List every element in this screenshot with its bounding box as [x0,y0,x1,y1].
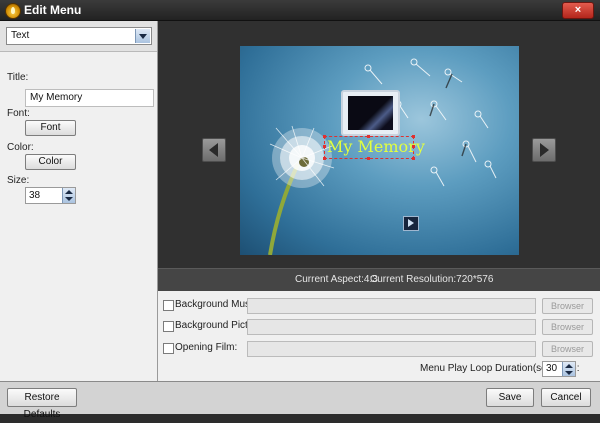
arrow-down-icon[interactable] [65,197,73,201]
arrow-up-icon[interactable] [565,364,573,368]
properties-panel: Text Title: My Memory Font: Font Color: … [0,21,158,381]
arrow-right-icon[interactable] [532,138,556,162]
resize-handle[interactable] [323,135,326,138]
background-picture-checkbox[interactable] [163,321,174,332]
play-icon[interactable] [403,216,419,231]
close-button[interactable]: × [562,2,594,19]
resize-handle[interactable] [412,157,415,160]
arrow-down-icon[interactable] [565,371,573,375]
opening-film-checkbox[interactable] [163,343,174,354]
background-music-browse-button[interactable]: Browser [542,298,593,314]
title-bar: Edit Menu × [0,0,600,21]
resize-handle[interactable] [412,135,415,138]
opening-film-label: Opening Film: [175,342,238,353]
restore-defaults-button[interactable]: Restore Defaults [7,388,77,420]
current-resolution-text: Current Resolution:720*576 [370,274,494,285]
menu-options-panel: Background Music: Browser Background Pic… [158,291,600,381]
background-music-field[interactable] [247,298,536,314]
resolution-info-bar: Current Aspect:4:3 Current Resolution:72… [158,268,600,292]
size-label: Size: [7,175,30,186]
element-type-dropdown[interactable]: Text [6,27,152,45]
element-type-value: Text [11,30,30,41]
loop-duration-stepper[interactable]: 30 [542,361,576,377]
color-label: Color: [7,142,34,153]
background-picture-field[interactable] [247,319,536,335]
font-button[interactable]: Font [25,120,76,136]
app-flame-icon [5,3,21,19]
background-picture-browse-button[interactable]: Browser [542,319,593,335]
loop-stepper-arrows[interactable] [562,362,575,376]
arrow-up-icon[interactable] [65,190,73,194]
dialog-footer: Restore Defaults Save Cancel [0,381,600,420]
menu-title-selection[interactable]: My Memory [323,135,425,160]
menu-title-text[interactable]: My Memory [327,137,425,156]
menu-canvas[interactable]: My Memory [240,46,519,255]
color-button[interactable]: Color [25,154,76,170]
resize-handle[interactable] [412,145,415,148]
loop-duration-value: 30 [546,363,558,374]
menu-preview-area: My Memory [158,21,600,268]
window-title: Edit Menu [24,3,82,17]
size-stepper-arrows[interactable] [62,188,75,203]
chevron-down-icon[interactable] [135,29,150,43]
save-button[interactable]: Save [486,388,534,407]
photo-thumbnail-frame[interactable] [341,90,400,136]
opening-film-browse-button[interactable]: Browser [542,341,593,357]
title-input[interactable]: My Memory [25,89,154,107]
resize-handle[interactable] [367,157,370,160]
cancel-button[interactable]: Cancel [541,388,591,407]
resize-handle[interactable] [367,135,370,138]
arrow-left-icon[interactable] [202,138,226,162]
resize-handle[interactable] [323,145,326,148]
element-selector-bar: Text [0,21,157,52]
opening-film-field[interactable] [247,341,536,357]
background-music-checkbox[interactable] [163,300,174,311]
current-aspect-text: Current Aspect:4:3 [295,274,378,285]
font-label: Font: [7,108,30,119]
size-stepper[interactable]: 38 [25,187,76,204]
title-label: Title: [7,72,29,83]
resize-handle[interactable] [323,157,326,160]
size-value: 38 [29,190,41,201]
